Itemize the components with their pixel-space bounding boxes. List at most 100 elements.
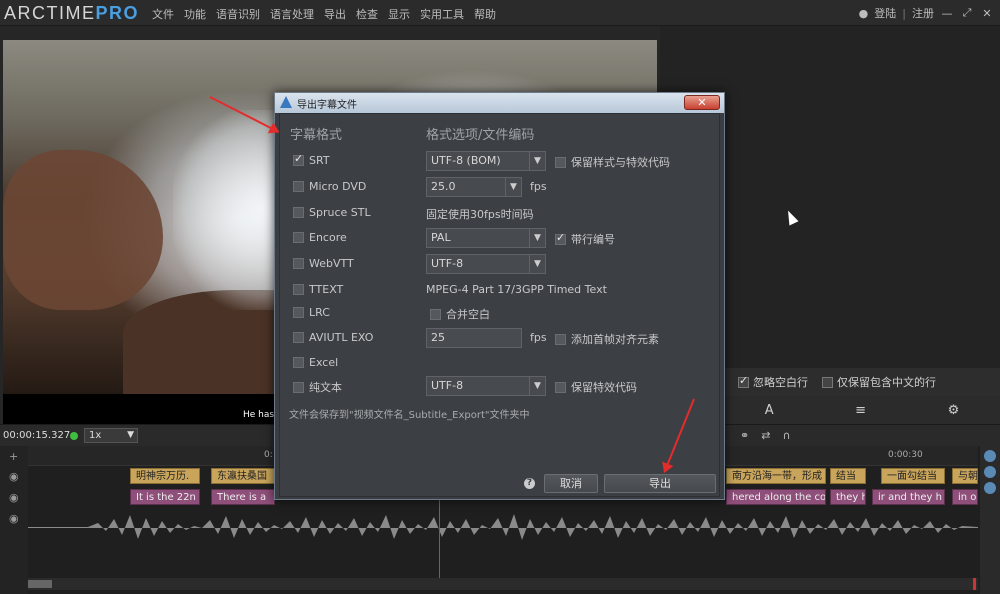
- menu-tools[interactable]: 实用工具: [420, 6, 464, 22]
- microdvd-checkbox[interactable]: [293, 181, 304, 192]
- maximize-icon[interactable]: ⤢: [960, 6, 974, 20]
- format-option-aviutl[interactable]: AVIUTL EXO: [293, 331, 373, 344]
- subtitle-block[interactable]: in o: [952, 489, 978, 505]
- ignore-empty-checkbox[interactable]: [738, 374, 749, 388]
- swap-icon[interactable]: ⇄: [761, 429, 770, 442]
- subtitle-block[interactable]: they h: [830, 489, 866, 505]
- list-icon[interactable]: ≡: [855, 403, 866, 418]
- format-option-plain[interactable]: 纯文本: [293, 379, 342, 395]
- encore-line-number-checkbox[interactable]: [555, 231, 566, 245]
- subtitle-block[interactable]: 结当: [830, 468, 866, 484]
- ignore-empty-option[interactable]: 忽略空白行: [738, 374, 808, 390]
- aviutl-label: AVIUTL EXO: [309, 331, 374, 344]
- menu-check[interactable]: 检查: [356, 6, 378, 22]
- dialog-titlebar[interactable]: 导出字幕文件 ✕: [275, 93, 724, 113]
- format-option-encore[interactable]: Encore: [293, 231, 347, 244]
- subtitle-block[interactable]: It is the 22n: [130, 489, 200, 505]
- format-option-microdvd[interactable]: Micro DVD: [293, 180, 366, 193]
- register-link[interactable]: 注册: [912, 5, 934, 21]
- dialog-body: 字幕格式 格式选项/文件编码 SRT UTF-8 (BOM) ▼ 保留样式与特效代…: [279, 113, 720, 497]
- zoom-icon[interactable]: [984, 450, 996, 462]
- encore-line-number-option[interactable]: 带行编号: [555, 231, 615, 247]
- aviutl-first-frame-checkbox[interactable]: [555, 333, 566, 345]
- aviutl-fps-input[interactable]: 25: [426, 328, 522, 348]
- subtitle-block[interactable]: ir and they h: [872, 489, 945, 505]
- help-icon[interactable]: ?: [524, 478, 535, 489]
- subtitle-block[interactable]: 明神宗万历.: [130, 468, 200, 484]
- excel-checkbox[interactable]: [293, 357, 304, 368]
- eye-icon[interactable]: ◉: [9, 470, 19, 483]
- menu-file[interactable]: 文件: [152, 6, 174, 22]
- subtitle-block[interactable]: 与朝: [952, 468, 978, 484]
- keep-chinese-checkbox[interactable]: [822, 376, 833, 388]
- webvtt-encoding-select[interactable]: UTF-8 ▼: [426, 254, 546, 274]
- lrc-merge-blank-label: 合并空白: [446, 308, 490, 321]
- zoom-icon[interactable]: [984, 466, 996, 478]
- zoom-icon[interactable]: [984, 482, 996, 494]
- aviutl-first-frame-option[interactable]: 添加首帧对齐元素: [555, 331, 659, 347]
- menu-display[interactable]: 显示: [388, 6, 410, 22]
- gear-icon[interactable]: ⚙: [948, 403, 960, 418]
- plain-encoding-select[interactable]: UTF-8 ▼: [426, 376, 546, 396]
- timeline-scrollbar[interactable]: [28, 578, 978, 590]
- minimize-icon[interactable]: —: [940, 7, 954, 20]
- link-icon[interactable]: ⚭: [740, 429, 749, 442]
- subtitle-block[interactable]: 东瀛扶桑国: [211, 468, 275, 484]
- chevron-down-icon: ▼: [529, 152, 545, 170]
- format-option-lrc[interactable]: LRC: [293, 306, 330, 319]
- format-row-lrc: LRC 合并空白: [280, 303, 721, 325]
- video-subtitle-text: He has: [243, 410, 275, 420]
- menu-speech-recognition[interactable]: 语音识别: [216, 6, 260, 22]
- menu-function[interactable]: 功能: [184, 6, 206, 22]
- export-button[interactable]: 导出: [604, 474, 716, 493]
- lrc-merge-blank-checkbox[interactable]: [430, 308, 441, 320]
- dialog-title: 导出字幕文件: [297, 100, 357, 111]
- ttext-checkbox[interactable]: [293, 284, 304, 295]
- format-row-microdvd: Micro DVD 25.0 ▼ fps: [280, 177, 721, 199]
- srt-encoding-select[interactable]: UTF-8 (BOM) ▼: [426, 151, 546, 171]
- format-option-srt[interactable]: SRT: [293, 152, 330, 167]
- subtitle-block[interactable]: 南方沿海一带，形成: [726, 468, 826, 484]
- subtitle-block[interactable]: There is a: [211, 489, 275, 505]
- format-option-ttext[interactable]: TTEXT: [293, 283, 343, 296]
- cancel-button[interactable]: 取消: [544, 474, 598, 493]
- plain-keep-effects-option[interactable]: 保留特效代码: [555, 379, 637, 395]
- spruce-checkbox[interactable]: [293, 207, 304, 218]
- encore-standard-select[interactable]: PAL ▼: [426, 228, 546, 248]
- menu-help[interactable]: 帮助: [474, 6, 496, 22]
- format-option-webvtt[interactable]: WebVTT: [293, 257, 354, 270]
- keep-chinese-option[interactable]: 仅保留包含中文的行: [822, 374, 936, 390]
- microdvd-fps-select[interactable]: 25.0 ▼: [426, 177, 522, 197]
- menu-language[interactable]: 语言处理: [270, 6, 314, 22]
- close-icon[interactable]: ✕: [684, 95, 720, 110]
- playback-speed-value: 1x: [89, 430, 102, 441]
- subtitle-block[interactable]: hered along the co: [726, 489, 826, 505]
- timecode-display: 00:00:15.327: [3, 430, 71, 441]
- login-link[interactable]: 登陆: [874, 5, 896, 21]
- format-option-spruce[interactable]: Spruce STL: [293, 206, 371, 219]
- encore-checkbox[interactable]: [293, 232, 304, 243]
- srt-keep-style-option[interactable]: 保留样式与特效代码: [555, 154, 670, 170]
- chevron-down-icon: ▼: [505, 178, 521, 196]
- plain-checkbox[interactable]: [293, 381, 304, 393]
- magnet-icon[interactable]: ∩: [782, 429, 790, 442]
- lrc-checkbox[interactable]: [293, 307, 304, 318]
- webvtt-checkbox[interactable]: [293, 258, 304, 269]
- eye-icon[interactable]: ◉: [9, 491, 19, 504]
- srt-encoding-value: UTF-8 (BOM): [431, 154, 501, 167]
- playback-speed-select[interactable]: 1x ▼: [84, 428, 138, 443]
- menu-export[interactable]: 导出: [324, 6, 346, 22]
- eye-icon[interactable]: ◉: [9, 512, 19, 525]
- close-window-icon[interactable]: ✕: [980, 7, 994, 20]
- format-option-excel[interactable]: Excel: [293, 356, 338, 369]
- scrollbar-thumb[interactable]: [28, 580, 52, 588]
- format-row-spruce: Spruce STL 固定使用30fps时间码: [280, 203, 721, 225]
- lrc-merge-blank-option[interactable]: 合并空白: [430, 306, 490, 322]
- srt-checkbox[interactable]: [293, 152, 304, 166]
- plain-keep-effects-checkbox[interactable]: [555, 381, 566, 393]
- subtitle-block[interactable]: 一面勾结当: [881, 468, 945, 484]
- aviutl-checkbox[interactable]: [293, 332, 304, 343]
- add-track-icon[interactable]: +: [9, 450, 18, 463]
- srt-keep-style-checkbox[interactable]: [555, 156, 566, 168]
- font-icon[interactable]: A: [765, 403, 774, 418]
